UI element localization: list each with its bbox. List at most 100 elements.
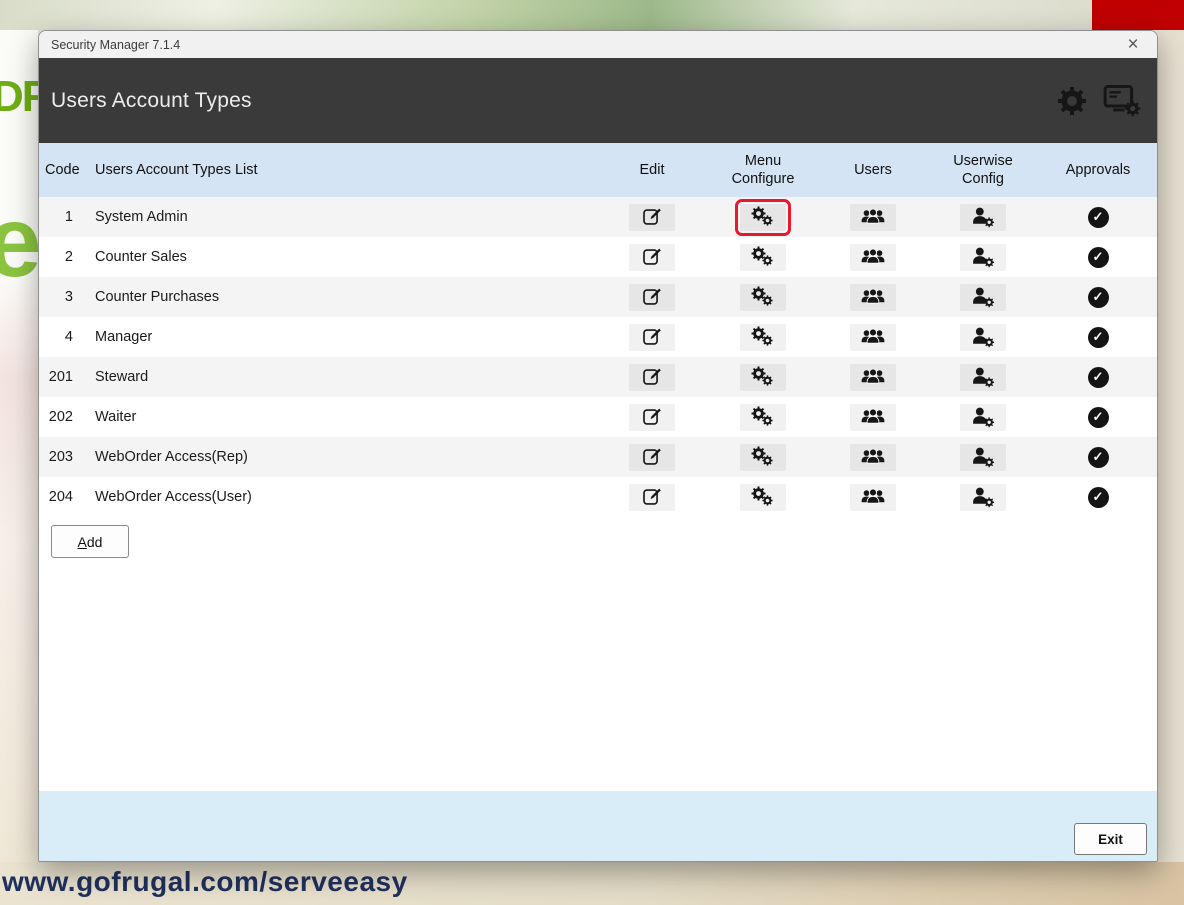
menu-configure-icon[interactable] bbox=[740, 204, 786, 231]
edit-icon[interactable] bbox=[629, 284, 675, 311]
menu-configure-button[interactable] bbox=[707, 477, 819, 517]
edit-icon[interactable] bbox=[629, 484, 675, 511]
edit-button[interactable] bbox=[597, 237, 707, 277]
device-config-icon[interactable] bbox=[1103, 84, 1141, 118]
menu-configure-button[interactable] bbox=[707, 357, 819, 397]
add-button-label: dd bbox=[87, 534, 103, 550]
users-icon[interactable] bbox=[850, 444, 896, 471]
approvals-check-icon[interactable]: ✓ bbox=[1088, 367, 1109, 388]
menu-configure-button[interactable] bbox=[707, 237, 819, 277]
table-row: 2 Counter Sales bbox=[39, 237, 1157, 277]
edit-icon[interactable] bbox=[629, 404, 675, 431]
edit-button[interactable] bbox=[597, 477, 707, 517]
approvals-button[interactable]: ✓ bbox=[1039, 317, 1157, 357]
edit-button[interactable] bbox=[597, 277, 707, 317]
approvals-check-icon[interactable]: ✓ bbox=[1088, 447, 1109, 468]
users-icon[interactable] bbox=[850, 484, 896, 511]
approvals-check-icon[interactable]: ✓ bbox=[1088, 247, 1109, 268]
edit-button[interactable] bbox=[597, 197, 707, 237]
userwise-config-icon[interactable] bbox=[960, 444, 1006, 471]
menu-configure-icon[interactable] bbox=[740, 244, 786, 271]
edit-icon[interactable] bbox=[629, 444, 675, 471]
menu-configure-button[interactable] bbox=[707, 197, 819, 237]
edit-button[interactable] bbox=[597, 437, 707, 477]
menu-configure-button[interactable] bbox=[707, 437, 819, 477]
approvals-check-icon[interactable]: ✓ bbox=[1088, 487, 1109, 508]
background-brand-letter: e bbox=[0, 185, 38, 300]
exit-button[interactable]: Exit bbox=[1074, 823, 1147, 855]
userwise-config-icon[interactable] bbox=[960, 364, 1006, 391]
approvals-button[interactable]: ✓ bbox=[1039, 237, 1157, 277]
menu-configure-icon[interactable] bbox=[740, 364, 786, 391]
edit-icon[interactable] bbox=[629, 244, 675, 271]
edit-icon[interactable] bbox=[629, 324, 675, 351]
background-red-banner bbox=[1092, 0, 1184, 30]
row-name: WebOrder Access(Rep) bbox=[89, 437, 597, 477]
edit-button[interactable] bbox=[597, 317, 707, 357]
approvals-button[interactable]: ✓ bbox=[1039, 397, 1157, 437]
users-button[interactable] bbox=[819, 237, 927, 277]
userwise-config-button[interactable] bbox=[927, 317, 1039, 357]
row-name: Waiter bbox=[89, 397, 597, 437]
edit-icon[interactable] bbox=[629, 204, 675, 231]
background-left-strip: DF e bbox=[0, 30, 38, 862]
edit-icon[interactable] bbox=[629, 364, 675, 391]
userwise-config-button[interactable] bbox=[927, 477, 1039, 517]
approvals-check-icon[interactable]: ✓ bbox=[1088, 287, 1109, 308]
users-button[interactable] bbox=[819, 277, 927, 317]
userwise-config-icon[interactable] bbox=[960, 484, 1006, 511]
userwise-config-button[interactable] bbox=[927, 397, 1039, 437]
users-icon[interactable] bbox=[850, 284, 896, 311]
menu-configure-icon[interactable] bbox=[740, 484, 786, 511]
users-button[interactable] bbox=[819, 437, 927, 477]
settings-gear-icon[interactable] bbox=[1057, 86, 1087, 116]
approvals-button[interactable]: ✓ bbox=[1039, 477, 1157, 517]
userwise-config-icon[interactable] bbox=[960, 324, 1006, 351]
users-button[interactable] bbox=[819, 317, 927, 357]
row-code: 3 bbox=[39, 277, 89, 317]
approvals-button[interactable]: ✓ bbox=[1039, 357, 1157, 397]
users-button[interactable] bbox=[819, 397, 927, 437]
users-icon[interactable] bbox=[850, 404, 896, 431]
menu-configure-icon[interactable] bbox=[740, 444, 786, 471]
userwise-config-button[interactable] bbox=[927, 237, 1039, 277]
userwise-config-button[interactable] bbox=[927, 277, 1039, 317]
menu-configure-icon[interactable] bbox=[740, 324, 786, 351]
users-button[interactable] bbox=[819, 357, 927, 397]
users-button[interactable] bbox=[819, 477, 927, 517]
menu-configure-button[interactable] bbox=[707, 317, 819, 357]
users-icon[interactable] bbox=[850, 244, 896, 271]
edit-button[interactable] bbox=[597, 397, 707, 437]
menu-configure-button[interactable] bbox=[707, 397, 819, 437]
menu-configure-button[interactable] bbox=[707, 277, 819, 317]
approvals-button[interactable]: ✓ bbox=[1039, 277, 1157, 317]
users-icon[interactable] bbox=[850, 204, 896, 231]
userwise-config-button[interactable] bbox=[927, 357, 1039, 397]
users-icon[interactable] bbox=[850, 364, 896, 391]
menu-configure-icon[interactable] bbox=[740, 284, 786, 311]
users-icon[interactable] bbox=[850, 324, 896, 351]
approvals-button[interactable]: ✓ bbox=[1039, 437, 1157, 477]
approvals-check-icon[interactable]: ✓ bbox=[1088, 407, 1109, 428]
userwise-config-icon[interactable] bbox=[960, 404, 1006, 431]
add-button[interactable]: Add bbox=[51, 525, 129, 558]
edit-button[interactable] bbox=[597, 357, 707, 397]
content-area: Add bbox=[39, 517, 1157, 791]
column-header-code: Code bbox=[39, 157, 89, 183]
menu-configure-icon[interactable] bbox=[740, 404, 786, 431]
row-name: Manager bbox=[89, 317, 597, 357]
userwise-config-icon[interactable] bbox=[960, 204, 1006, 231]
userwise-config-button[interactable] bbox=[927, 197, 1039, 237]
background-photo-strip bbox=[0, 0, 1184, 30]
userwise-config-icon[interactable] bbox=[960, 244, 1006, 271]
row-code: 2 bbox=[39, 237, 89, 277]
approvals-check-icon[interactable]: ✓ bbox=[1088, 327, 1109, 348]
approvals-button[interactable]: ✓ bbox=[1039, 197, 1157, 237]
users-button[interactable] bbox=[819, 197, 927, 237]
footer-bar: Exit bbox=[39, 791, 1157, 861]
userwise-config-icon[interactable] bbox=[960, 284, 1006, 311]
close-button[interactable]: × bbox=[1119, 34, 1147, 56]
userwise-config-button[interactable] bbox=[927, 437, 1039, 477]
page-header: Users Account Types bbox=[39, 58, 1157, 143]
approvals-check-icon[interactable]: ✓ bbox=[1088, 207, 1109, 228]
